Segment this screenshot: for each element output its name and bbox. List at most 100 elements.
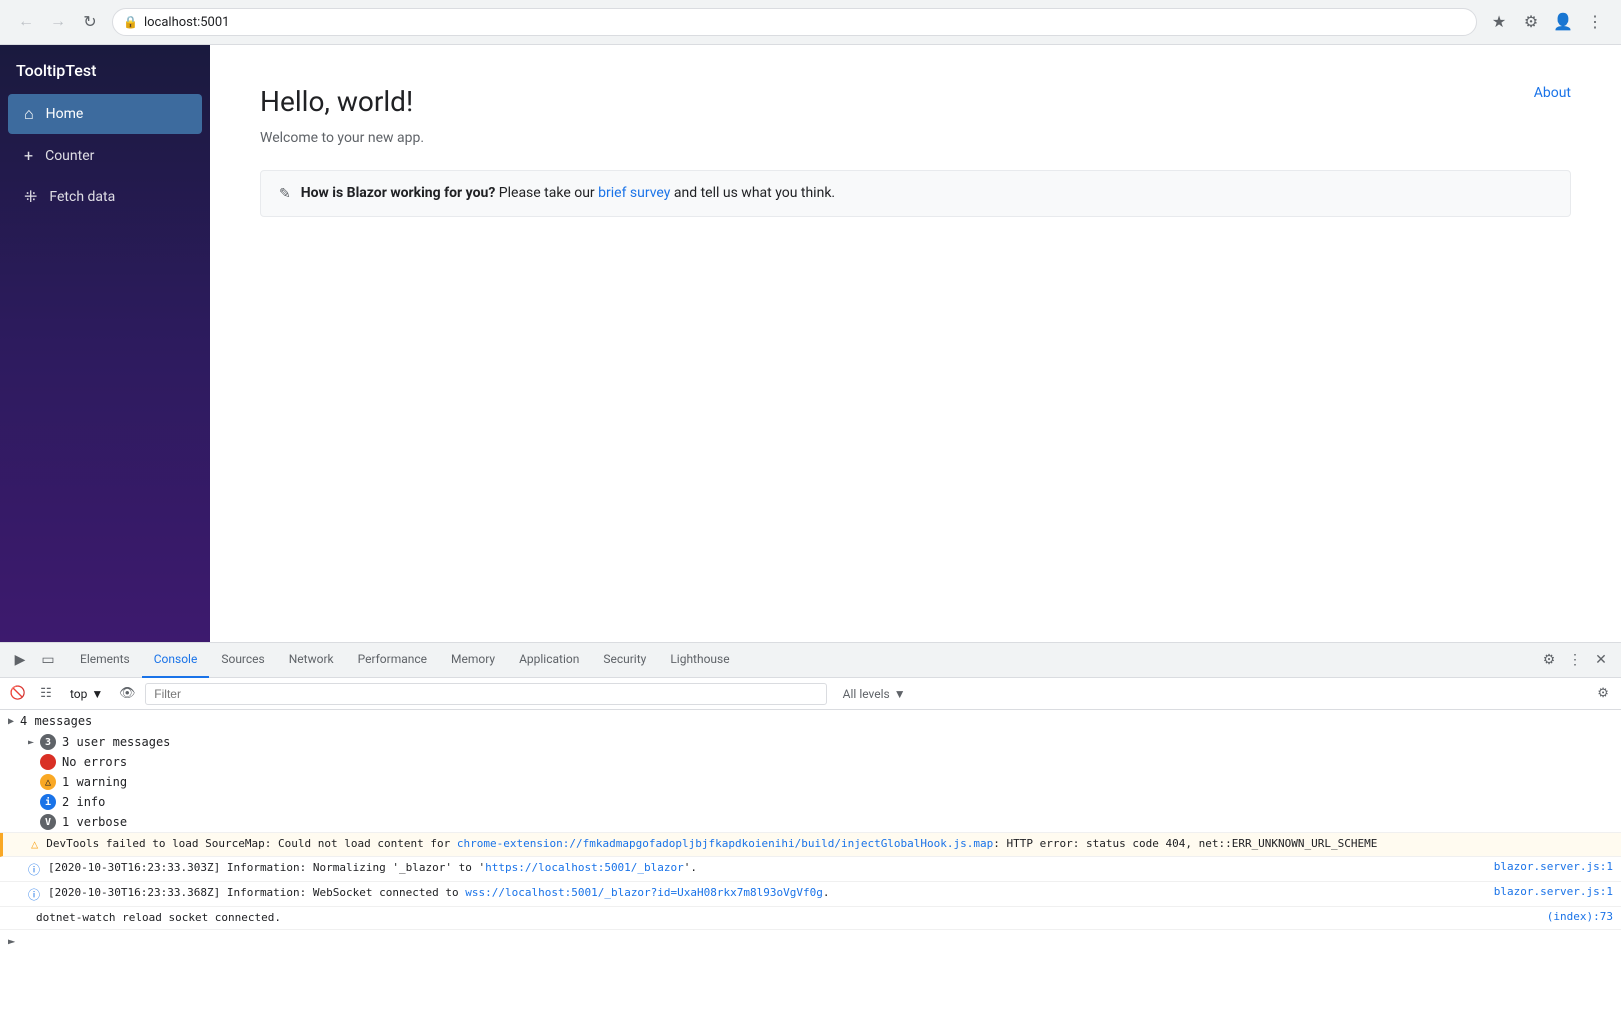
sidebar-item-counter-label: Counter xyxy=(45,148,94,164)
plus-icon: + xyxy=(24,146,33,165)
info-msg-2-source[interactable]: blazor.server.js:1 xyxy=(1494,885,1613,898)
browser-actions: ★ ⚙ 👤 ⋮ xyxy=(1485,8,1609,36)
about-link[interactable]: About xyxy=(1534,85,1571,101)
devtools-settings-icon[interactable]: ⚙ xyxy=(1537,648,1561,672)
tab-sources-label: Sources xyxy=(221,652,264,666)
levels-chevron-icon: ▼ xyxy=(894,687,906,701)
sub-message-1-verbose[interactable]: ► V 1 verbose xyxy=(20,812,1621,832)
bookmark-button[interactable]: ★ xyxy=(1485,8,1513,36)
sub-label-no-errors: No errors xyxy=(62,755,127,769)
sidebar-item-fetch-data-label: Fetch data xyxy=(49,189,115,205)
sub-badge-3: 3 xyxy=(40,734,56,750)
reload-button[interactable]: ↻ xyxy=(76,8,104,36)
warning-icon: △ xyxy=(31,837,38,851)
lock-icon: 🔒 xyxy=(123,15,138,29)
devtools-more-icon[interactable]: ⋮ xyxy=(1563,648,1587,672)
console-group-4messages: ▶ 4 messages ► 3 3 user messages ► No er… xyxy=(0,710,1621,833)
menu-button[interactable]: ⋮ xyxy=(1581,8,1609,36)
sub-expand-icon: ► xyxy=(28,737,34,748)
console-clear-icon[interactable]: 🚫 xyxy=(8,684,28,704)
sub-badge-errors xyxy=(40,754,56,770)
profile-button[interactable]: 👤 xyxy=(1549,8,1577,36)
page-title: Hello, world! xyxy=(260,85,1571,118)
sub-badge-verbose: V xyxy=(40,814,56,830)
console-message-info-3: dotnet-watch reload socket connected. (i… xyxy=(0,907,1621,931)
tab-memory-label: Memory xyxy=(451,652,495,666)
app-container: TooltipTest ⌂ Home + Counter ⁜ Fetch dat… xyxy=(0,45,1621,642)
grid-icon: ⁜ xyxy=(24,187,37,206)
chevron-down-icon: ▼ xyxy=(91,687,103,701)
info-msg-1-content: [2020-10-30T16:23:33.303Z] Information: … xyxy=(48,860,1486,877)
tab-security[interactable]: Security xyxy=(591,643,658,678)
tab-lighthouse-label: Lighthouse xyxy=(670,652,729,666)
sub-message-no-errors[interactable]: ► No errors xyxy=(20,752,1621,772)
sidebar-item-fetch-data[interactable]: ⁜ Fetch data xyxy=(8,177,202,216)
devtools-tab-icons: ▶ ▭ xyxy=(8,648,60,672)
levels-select[interactable]: All levels ▼ xyxy=(835,685,914,703)
tab-performance-label: Performance xyxy=(358,652,427,666)
console-toolbar: 🚫 ☷ top ▼ 👁 All levels ▼ ⚙ xyxy=(0,678,1621,710)
info-msg-3-source[interactable]: (index):73 xyxy=(1547,910,1613,923)
sidebar-item-home-label: Home xyxy=(46,106,84,122)
sub-message-2-info[interactable]: ► i 2 info xyxy=(20,792,1621,812)
tab-console[interactable]: Console xyxy=(142,643,210,678)
address-bar[interactable]: 🔒 localhost:5001 xyxy=(112,8,1477,36)
banner-text: How is Blazor working for you? Please ta… xyxy=(301,185,835,201)
sidebar-item-home[interactable]: ⌂ Home xyxy=(8,94,202,134)
tab-network[interactable]: Network xyxy=(277,643,346,678)
blazor-url-link-1[interactable]: https://localhost:5001/_blazor xyxy=(485,861,684,874)
sub-label-3-user: 3 user messages xyxy=(62,735,170,749)
tab-network-label: Network xyxy=(289,652,334,666)
tab-memory[interactable]: Memory xyxy=(439,643,507,678)
console-group-header[interactable]: ▶ 4 messages xyxy=(0,710,1621,732)
blazor-ws-link[interactable]: wss://localhost:5001/_blazor?id=UxaH08rk… xyxy=(465,886,823,899)
sub-label-2-info: 2 info xyxy=(62,795,105,809)
tab-application[interactable]: Application xyxy=(507,643,591,678)
url-text: localhost:5001 xyxy=(144,15,230,30)
sourcemap-link[interactable]: chrome-extension://fmkadmapgofadopljbjfk… xyxy=(457,837,993,850)
back-button[interactable]: ← xyxy=(12,8,40,36)
tab-elements-label: Elements xyxy=(80,652,130,666)
warning-msg-content: DevTools failed to load SourceMap: Could… xyxy=(46,836,1605,853)
console-filter-icon[interactable]: ☷ xyxy=(36,684,56,704)
page-subtitle: Welcome to your new app. xyxy=(260,130,1571,146)
main-content: About Hello, world! Welcome to your new … xyxy=(210,45,1621,642)
sub-badge-info: i xyxy=(40,794,56,810)
devtools-tabs: ▶ ▭ Elements Console Sources Network Per… xyxy=(0,643,1621,678)
sub-badge-warning: △ xyxy=(40,774,56,790)
devtools: ▶ ▭ Elements Console Sources Network Per… xyxy=(0,642,1621,1022)
console-input[interactable] xyxy=(21,935,1613,948)
tab-lighthouse[interactable]: Lighthouse xyxy=(658,643,741,678)
nav-buttons: ← → ↻ xyxy=(12,8,104,36)
console-settings-icon[interactable]: ⚙ xyxy=(1593,684,1613,704)
filter-input[interactable] xyxy=(145,683,826,705)
devtools-device-icon[interactable]: ▭ xyxy=(36,648,60,672)
banner-survey-link[interactable]: brief survey xyxy=(598,185,670,201)
tab-elements[interactable]: Elements xyxy=(68,643,142,678)
tab-application-label: Application xyxy=(519,652,579,666)
sub-message-1-warning[interactable]: ► △ 1 warning xyxy=(20,772,1621,792)
tab-sources[interactable]: Sources xyxy=(209,643,276,678)
console-prompt-icon: ► xyxy=(8,934,15,948)
devtools-inspect-icon[interactable]: ▶ xyxy=(8,648,32,672)
sub-messages: ► 3 3 user messages ► No errors ► △ 1 wa… xyxy=(0,732,1621,832)
context-select[interactable]: top ▼ xyxy=(64,685,109,703)
forward-button[interactable]: → xyxy=(44,8,72,36)
devtools-close-icon[interactable]: ✕ xyxy=(1589,648,1613,672)
sub-message-3-user[interactable]: ► 3 3 user messages xyxy=(20,732,1621,752)
sidebar-nav: ⌂ Home + Counter ⁜ Fetch data xyxy=(0,92,210,218)
sidebar: TooltipTest ⌂ Home + Counter ⁜ Fetch dat… xyxy=(0,45,210,642)
eye-icon[interactable]: 👁 xyxy=(117,684,137,704)
browser-chrome: ← → ↻ 🔒 localhost:5001 ★ ⚙ 👤 ⋮ xyxy=(0,0,1621,45)
extension-button[interactable]: ⚙ xyxy=(1517,8,1545,36)
console-message-info-2: ⓘ [2020-10-30T16:23:33.368Z] Information… xyxy=(0,882,1621,907)
sidebar-item-counter[interactable]: + Counter xyxy=(8,136,202,175)
banner-strong-text: How is Blazor working for you? xyxy=(301,185,496,201)
context-value: top xyxy=(70,687,87,701)
tab-performance[interactable]: Performance xyxy=(346,643,439,678)
console-message-warning: △ DevTools failed to load SourceMap: Cou… xyxy=(0,833,1621,857)
sub-label-1-verbose: 1 verbose xyxy=(62,815,127,829)
info-msg-1-source[interactable]: blazor.server.js:1 xyxy=(1494,860,1613,873)
console-input-row: ► xyxy=(0,930,1621,952)
info-msg-2-content: [2020-10-30T16:23:33.368Z] Information: … xyxy=(48,885,1486,902)
